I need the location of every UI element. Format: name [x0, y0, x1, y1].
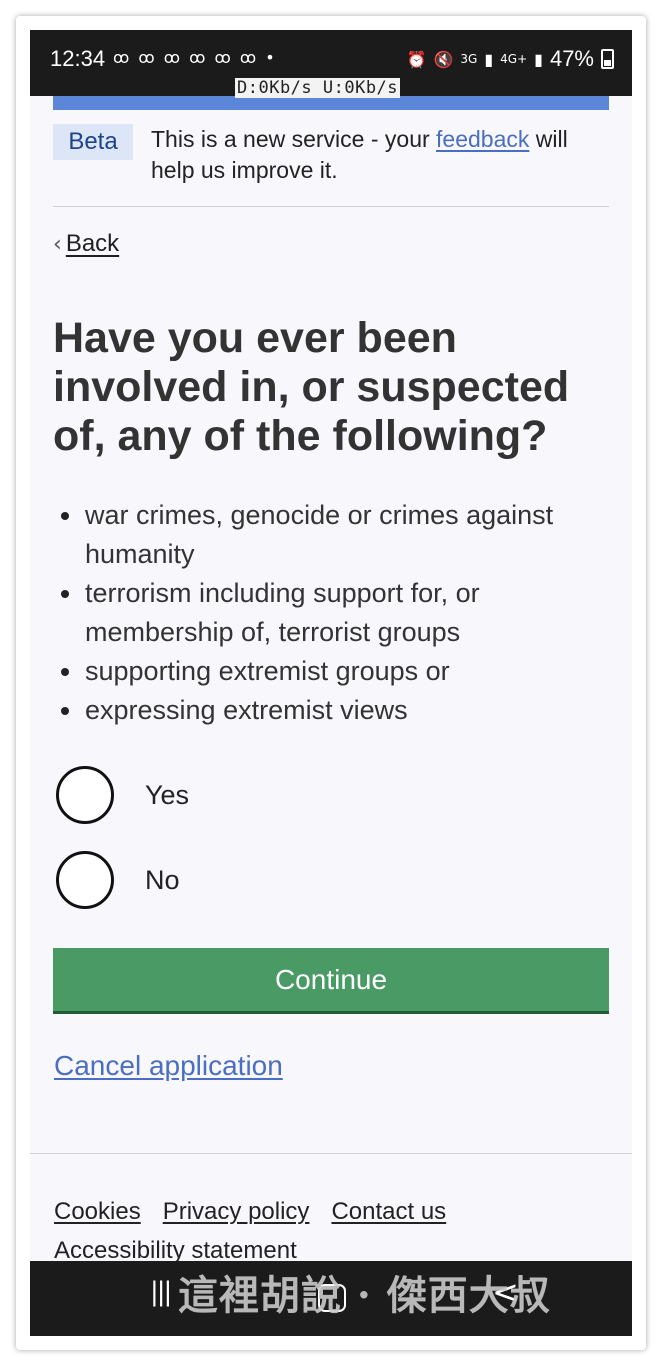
radio-yes-label[interactable]: Yes: [145, 780, 189, 811]
page-title: Have you ever been involved in, or suspe…: [53, 314, 570, 460]
network-3g: 3G: [460, 52, 478, 66]
continue-button[interactable]: Continue: [53, 948, 609, 1014]
battery-percent: 47%: [549, 46, 594, 71]
radio-no-label[interactable]: No: [145, 865, 180, 896]
notification-icons: ꝏ ꝏ ꝏ ꝏ ꝏ ꝏ •: [113, 48, 277, 67]
signal-icon: ▮: [484, 49, 494, 69]
signal-icon-2: ▮: [534, 49, 543, 69]
mute-icon: 🔇: [433, 49, 454, 69]
network-4g: 4G+: [500, 52, 528, 66]
feedback-link[interactable]: feedback: [436, 126, 529, 152]
list-item: terrorism including support for, or memb…: [53, 574, 623, 652]
chevron-left-icon: ‹: [53, 232, 62, 257]
beta-text-before: This is a new service - your: [151, 126, 437, 152]
back-link[interactable]: ‹ Back: [53, 230, 119, 258]
list-item: war crimes, genocide or crimes against h…: [53, 496, 623, 574]
alarm-icon: ⏰: [406, 49, 427, 69]
radio-yes[interactable]: [56, 766, 114, 824]
watermark: 這裡胡說 · 傑西大叔: [178, 1272, 551, 1319]
back-label: Back: [65, 230, 120, 257]
footer-link-cookies[interactable]: Cookies: [54, 1192, 141, 1231]
status-time: 12:34: [50, 46, 106, 71]
footer-links: Cookies Privacy policy Contact usAccessibi…: [54, 1192, 614, 1270]
cancel-application-link[interactable]: Cancel application: [54, 1050, 283, 1082]
criteria-list: war crimes, genocide or crimes against h…: [53, 496, 623, 730]
phone-screen: 12:34 ꝏ ꝏ ꝏ ꝏ ꝏ ꝏ • ⏰ 🔇 3G ▮ 4G+ ▮ 47% D…: [30, 30, 632, 1336]
footer-link-contact[interactable]: Contact us: [331, 1192, 446, 1231]
android-nav-bar: ||| < 這裡胡說 · 傑西大叔: [30, 1261, 632, 1336]
battery-icon: [601, 49, 614, 69]
recent-apps-button[interactable]: |||: [150, 1277, 172, 1307]
footer-link-privacy[interactable]: Privacy policy: [163, 1192, 310, 1231]
footer-divider: [30, 1153, 632, 1154]
list-item: supporting extremist groups or: [53, 652, 623, 691]
header-accent-bar: [53, 96, 609, 110]
radio-no[interactable]: [56, 851, 114, 909]
radio-option-yes[interactable]: Yes: [56, 766, 189, 824]
status-right-cluster: ⏰ 🔇 3G ▮ 4G+ ▮ 47%: [407, 46, 614, 72]
beta-text: This is a new service - your feedback wi…: [151, 124, 591, 186]
radio-option-no[interactable]: No: [56, 851, 180, 909]
beta-tag: Beta: [53, 124, 133, 160]
beta-banner: Beta This is a new service - your feedba…: [53, 124, 609, 207]
list-item: expressing extremist views: [53, 691, 623, 730]
net-speed-overlay: D:0Kb/s U:0Kb/s: [235, 78, 401, 98]
